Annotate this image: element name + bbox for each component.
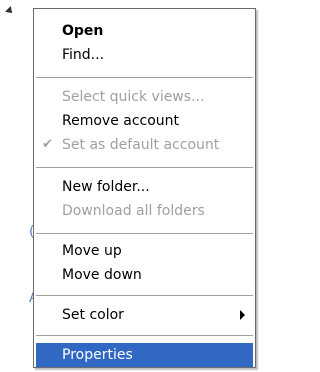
checkmark-icon: ✔ [42, 137, 53, 152]
menu-separator [36, 335, 253, 336]
menu-separator [36, 295, 253, 296]
menu-item-label: New folder... [62, 179, 150, 195]
menu-separator [36, 233, 253, 234]
menu-item-select-quick-views: Select quick views... [36, 85, 253, 109]
menu-item-move-up[interactable]: Move up [36, 239, 253, 263]
menu-item-find[interactable]: Find... [36, 43, 253, 67]
menu-item-label: Remove account [62, 113, 180, 129]
tree-expand-arrow-icon[interactable] [5, 6, 15, 16]
submenu-arrow-icon [240, 310, 245, 320]
menu-item-label: Properties [62, 347, 133, 363]
menu-item-label: Set color [62, 307, 124, 323]
menu-item-open[interactable]: Open [36, 19, 253, 43]
menu-item-set-color[interactable]: Set color [36, 303, 253, 327]
menu-item-set-default-account: ✔ Set as default account [36, 133, 253, 157]
menu-item-label: Set as default account [62, 137, 220, 153]
menu-item-label: Open [62, 23, 104, 39]
menu-item-new-folder[interactable]: New folder... [36, 175, 253, 199]
menu-item-label: Move up [62, 243, 122, 259]
menu-separator [36, 167, 253, 168]
menu-item-move-down[interactable]: Move down [36, 263, 253, 287]
context-menu: Open Find... Select quick views... Remov… [33, 8, 256, 368]
menu-separator [36, 77, 253, 78]
menu-item-download-all-folders: Download all folders [36, 199, 253, 223]
menu-item-remove-account[interactable]: Remove account [36, 109, 253, 133]
menu-item-label: Find... [62, 47, 105, 63]
menu-item-label: Download all folders [62, 203, 205, 219]
menu-item-label: Move down [62, 267, 142, 283]
menu-item-label: Select quick views... [62, 89, 205, 105]
menu-item-properties[interactable]: Properties [36, 343, 253, 367]
